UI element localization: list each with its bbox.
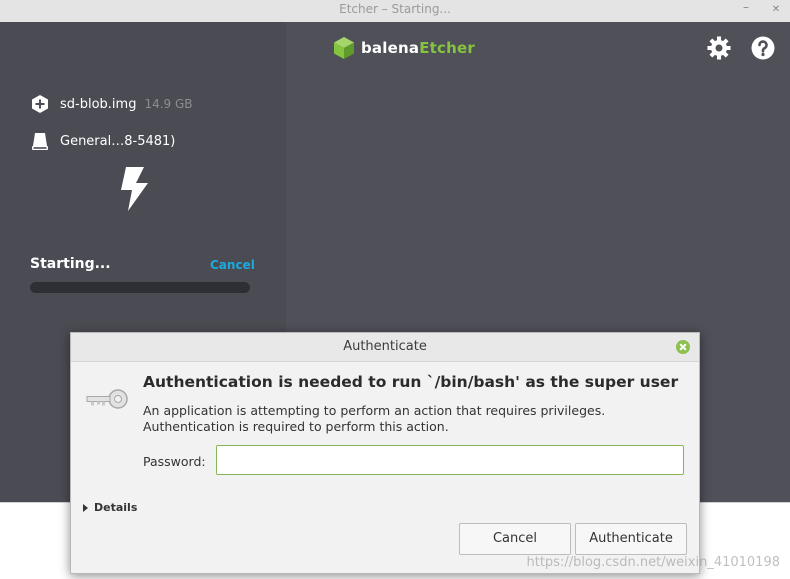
authenticate-button[interactable]: Authenticate [575,523,687,555]
dialog-message: An application is attempting to perform … [143,403,606,434]
dialog-titlebar: Authenticate [71,333,699,362]
close-button[interactable]: ✕ [768,2,784,18]
balena-etcher-logo: balenaEtcher [333,36,475,60]
logo-prefix: balena [361,39,420,57]
dialog-heading: Authentication is needed to run `/bin/ba… [143,373,679,391]
lightning-icon [121,167,148,211]
progress-bar [30,282,250,293]
logo-suffix: Etcher [419,39,475,57]
flash-status: Starting... [30,256,111,272]
window-titlebar: Etcher – Starting... – ✕ [0,0,790,23]
gear-icon[interactable] [707,36,731,60]
dialog-close-icon[interactable] [676,340,690,354]
image-row: sd-blob.img 14.9 GB [30,94,193,114]
plus-hex-icon [32,95,48,113]
drive-icon [32,133,48,150]
window-title: Etcher – Starting... [339,2,451,16]
details-expander[interactable]: Details [83,501,137,514]
expander-triangle-icon [83,503,88,512]
key-icon [86,389,128,409]
cancel-button[interactable]: Cancel [459,523,571,555]
image-name: sd-blob.img [60,96,137,112]
drive-row: General…8-5481) [30,131,175,151]
dialog-title: Authenticate [343,339,427,354]
help-icon[interactable] [751,36,775,60]
password-label: Password: [143,454,206,469]
minimize-button[interactable]: – [738,0,754,16]
authenticate-dialog: Authenticate Authentication is needed to… [70,332,700,574]
cancel-flash-link[interactable]: Cancel [210,258,255,272]
drive-name: General…8-5481) [60,133,176,149]
cube-icon [334,37,354,59]
password-field[interactable] [216,445,684,475]
watermark: https://blog.csdn.net/weixin_41010198 [526,555,780,570]
image-size: 14.9 GB [144,97,193,111]
details-label: Details [94,501,138,514]
